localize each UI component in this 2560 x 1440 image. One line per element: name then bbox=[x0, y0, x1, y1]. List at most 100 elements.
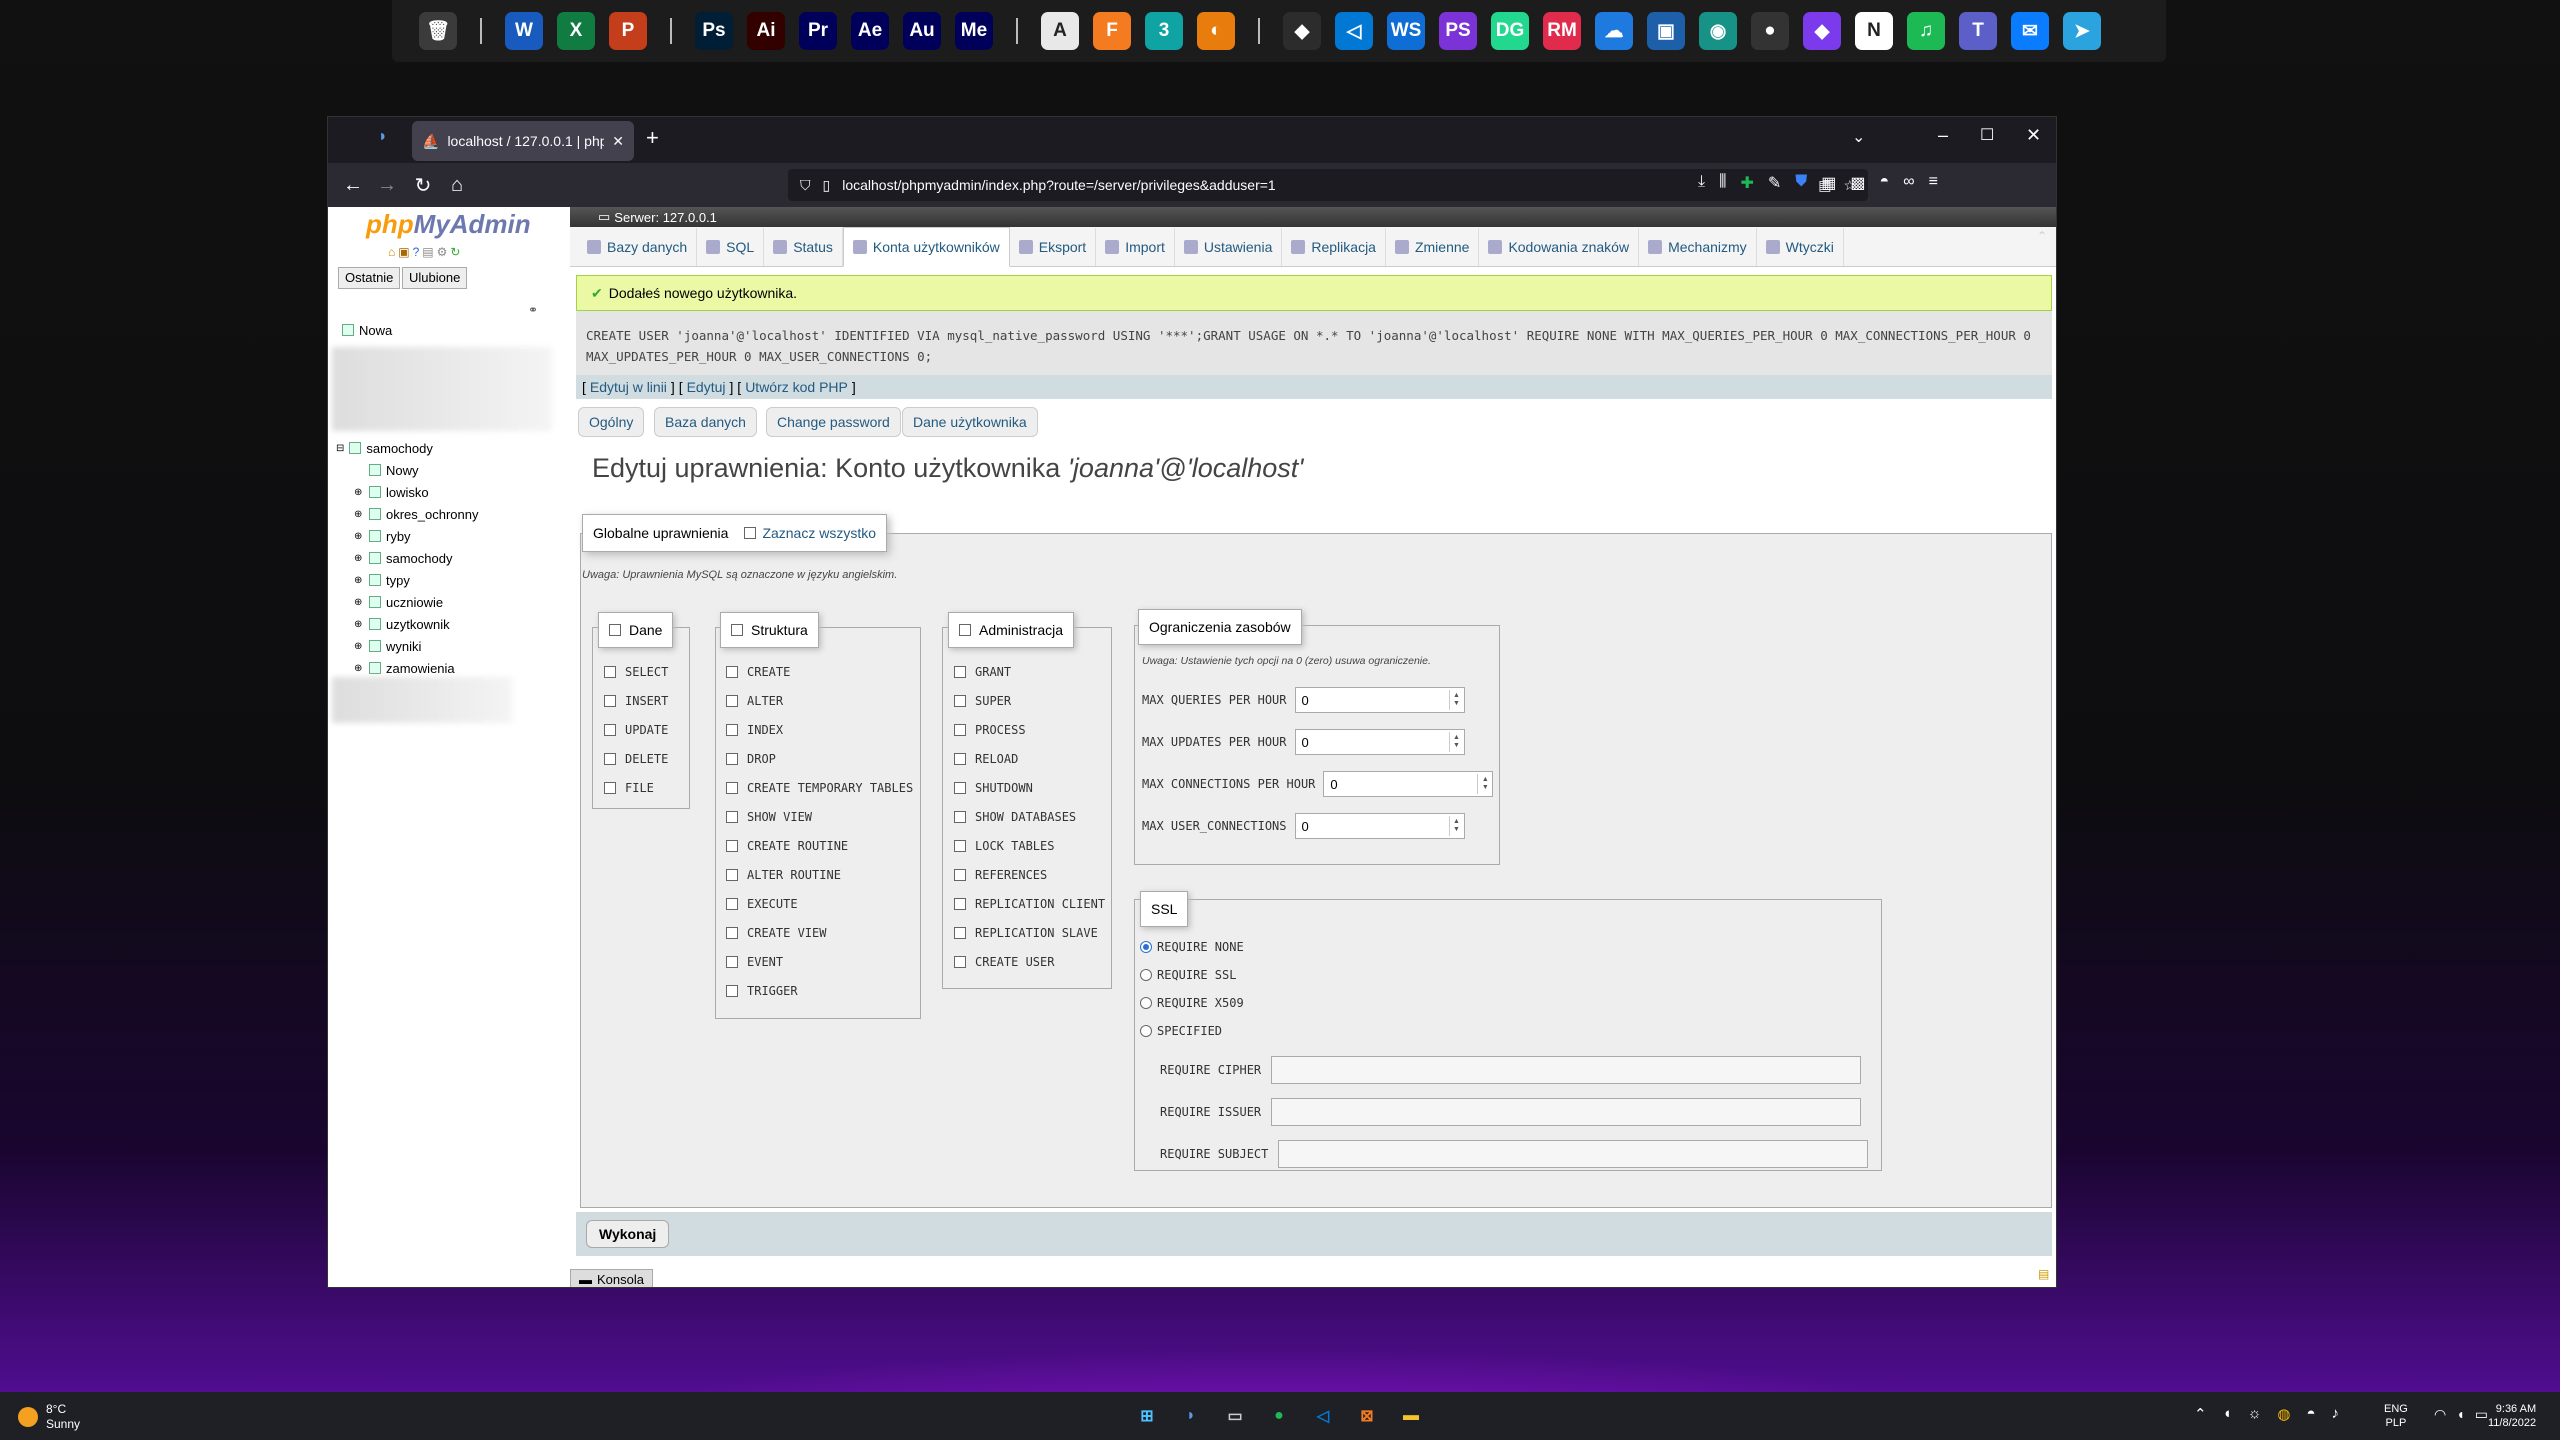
spinner-icon[interactable]: ▲ ▼ bbox=[1448, 732, 1464, 752]
privilege-lock-tables[interactable]: LOCK TABLES bbox=[954, 831, 1105, 860]
privilege-checkbox[interactable] bbox=[954, 752, 966, 765]
privilege-shutdown[interactable]: SHUTDOWN bbox=[954, 773, 1105, 802]
data-group-checkbox[interactable] bbox=[609, 624, 621, 636]
edit-inline-link[interactable]: Edytuj w linii bbox=[590, 379, 667, 395]
privilege-process[interactable]: PROCESS bbox=[954, 715, 1105, 744]
privilege-delete[interactable]: DELETE bbox=[604, 744, 668, 773]
expand-icon[interactable]: ⊕ bbox=[354, 575, 364, 586]
resource-limit-input[interactable]: 0 ▲ ▼ bbox=[1323, 771, 1494, 797]
check-all-toggle[interactable]: Zaznacz wszystko bbox=[744, 525, 876, 541]
structure-group-legend[interactable]: Struktura bbox=[720, 612, 819, 648]
privilege-checkbox[interactable] bbox=[604, 723, 616, 736]
privilege-checkbox[interactable] bbox=[954, 810, 966, 823]
file-explorer-icon[interactable]: ▬ bbox=[1396, 1401, 1426, 1431]
privilege-checkbox[interactable] bbox=[726, 694, 738, 707]
spinner-icon[interactable]: ▲ ▼ bbox=[1477, 774, 1492, 794]
expand-icon[interactable]: ⊕ bbox=[354, 509, 364, 520]
admin-group-checkbox[interactable] bbox=[959, 624, 971, 636]
maximize-icon[interactable]: ☐ bbox=[1980, 125, 1994, 145]
tab-favorites[interactable]: Ulubione bbox=[402, 267, 468, 289]
tree-table-item[interactable]: Nowy bbox=[354, 459, 479, 481]
privilege-reload[interactable]: RELOAD bbox=[954, 744, 1105, 773]
ssl-field-input[interactable] bbox=[1271, 1056, 1862, 1084]
terminal-icon[interactable]: ▭ bbox=[1220, 1401, 1250, 1431]
privilege-alter[interactable]: ALTER bbox=[726, 686, 913, 715]
privilege-checkbox[interactable] bbox=[726, 723, 738, 736]
privilege-checkbox[interactable] bbox=[604, 781, 616, 794]
subtab-database[interactable]: Baza danych bbox=[654, 407, 757, 437]
teams-icon[interactable]: T bbox=[1959, 12, 1997, 50]
infinity-extension-icon[interactable]: ∞ bbox=[1903, 173, 1914, 193]
telegram-icon[interactable]: ➤ bbox=[2063, 12, 2101, 50]
privilege-super[interactable]: SUPER bbox=[954, 686, 1105, 715]
picture-extension-icon[interactable]: ▩ bbox=[1850, 173, 1865, 193]
ssl-option-require-ssl[interactable]: REQUIRE SSL bbox=[1140, 961, 1244, 989]
check-all-checkbox[interactable] bbox=[744, 527, 757, 539]
tree-table-item[interactable]: ⊕ ryby bbox=[354, 525, 479, 547]
ssl-option-require-none[interactable]: REQUIRE NONE bbox=[1140, 933, 1244, 961]
shield-icon[interactable]: ⛉ bbox=[800, 177, 811, 194]
subtab-login-info[interactable]: Dane użytkownika bbox=[902, 407, 1038, 437]
tree-table-item[interactable]: ⊕ wyniki bbox=[354, 635, 479, 657]
media-encoder-icon[interactable]: Me bbox=[955, 12, 993, 50]
photoshop-icon[interactable]: Ps bbox=[695, 12, 733, 50]
collapse-icon[interactable]: ⊟ bbox=[336, 443, 344, 454]
data-group-legend[interactable]: Dane bbox=[598, 612, 674, 648]
privilege-execute[interactable]: EXECUTE bbox=[726, 889, 913, 918]
collapse-top-icon[interactable]: ⌃ bbox=[2037, 229, 2047, 243]
notion-icon[interactable]: N bbox=[1855, 12, 1893, 50]
menu-tab-charsets[interactable]: Kodowania znaków bbox=[1479, 227, 1640, 266]
create-php-link[interactable]: Utwórz kod PHP bbox=[745, 379, 848, 395]
ssl-field-input[interactable] bbox=[1271, 1098, 1862, 1126]
reload-icon[interactable]: ↻ bbox=[408, 170, 438, 200]
expand-icon[interactable]: ⊕ bbox=[354, 531, 364, 542]
mic-icon[interactable]: ♪ bbox=[2332, 1405, 2340, 1423]
menu-tab-replication[interactable]: Replikacja bbox=[1282, 227, 1386, 266]
menu-tab-variables[interactable]: Zmienne bbox=[1386, 227, 1480, 266]
privilege-file[interactable]: FILE bbox=[604, 773, 668, 802]
privilege-create-user[interactable]: CREATE USER bbox=[954, 947, 1105, 976]
privilege-checkbox[interactable] bbox=[954, 897, 966, 910]
discord-tray-icon[interactable]: ◓ bbox=[2306, 1405, 2315, 1423]
edit-link[interactable]: Edytuj bbox=[687, 379, 726, 395]
close-tab-icon[interactable]: ✕ bbox=[612, 133, 624, 150]
note-icon[interactable]: ▤ bbox=[2038, 1267, 2049, 1281]
admin-group-legend[interactable]: Administracja bbox=[948, 612, 1075, 648]
privilege-index[interactable]: INDEX bbox=[726, 715, 913, 744]
bitwarden-icon[interactable]: ⛊ bbox=[1795, 173, 1807, 193]
firefox-icon[interactable]: ◗ bbox=[1176, 1401, 1206, 1431]
github-icon[interactable]: ● bbox=[1751, 12, 1789, 50]
resource-limit-input[interactable]: 0 ▲ ▼ bbox=[1294, 813, 1465, 839]
volume-tray-icon[interactable]: ◖ bbox=[2223, 1405, 2232, 1423]
datagrip-icon[interactable]: DG bbox=[1491, 12, 1529, 50]
spinner-icon[interactable]: ▲ ▼ bbox=[1448, 816, 1464, 836]
webstorm-icon[interactable]: WS bbox=[1387, 12, 1425, 50]
privilege-replication-slave[interactable]: REPLICATION SLAVE bbox=[954, 918, 1105, 947]
privilege-create-temporary-tables[interactable]: CREATE TEMPORARY TABLES bbox=[726, 773, 913, 802]
menu-tab-user-accounts[interactable]: Konta użytkowników bbox=[842, 226, 1010, 267]
after-effects-icon[interactable]: Ae bbox=[851, 12, 889, 50]
privilege-show-databases[interactable]: SHOW DATABASES bbox=[954, 802, 1105, 831]
library-icon[interactable]: ⫼ bbox=[1719, 173, 1726, 193]
network-audio[interactable]: ◠ ◖ ▭ bbox=[2434, 1406, 2488, 1423]
privilege-show-view[interactable]: SHOW VIEW bbox=[726, 802, 913, 831]
privilege-checkbox[interactable] bbox=[954, 868, 966, 881]
privilege-replication-client[interactable]: REPLICATION CLIENT bbox=[954, 889, 1105, 918]
acrobat-icon[interactable]: A bbox=[1041, 12, 1079, 50]
spotify-icon[interactable]: ● bbox=[1264, 1401, 1294, 1431]
menu-tab-export[interactable]: Eksport bbox=[1010, 227, 1097, 266]
firefox-view-icon[interactable]: ◗ bbox=[378, 128, 398, 148]
docs-icon[interactable]: ▤ bbox=[422, 245, 433, 259]
privilege-checkbox[interactable] bbox=[954, 781, 966, 794]
vscode-icon[interactable]: ◁ bbox=[1308, 1401, 1338, 1431]
menu-icon[interactable]: ≡ bbox=[1929, 173, 1938, 193]
obsidian-icon[interactable]: ◆ bbox=[1803, 12, 1841, 50]
tree-table-item[interactable]: ⊕ okres_ochronny bbox=[354, 503, 479, 525]
powerpoint-icon[interactable]: P bbox=[609, 12, 647, 50]
pma-logo[interactable]: phpMyAdmin bbox=[366, 209, 531, 240]
tree-db-samochody[interactable]: ⊟ samochody bbox=[336, 437, 433, 459]
brightness-icon[interactable]: ☼ bbox=[2248, 1405, 2262, 1423]
tree-table-item[interactable]: ⊕ zamowienia bbox=[354, 657, 479, 679]
vscode-icon[interactable]: ◁ bbox=[1335, 12, 1373, 50]
tray-chevron-icon[interactable]: ⌃ bbox=[2194, 1405, 2207, 1423]
